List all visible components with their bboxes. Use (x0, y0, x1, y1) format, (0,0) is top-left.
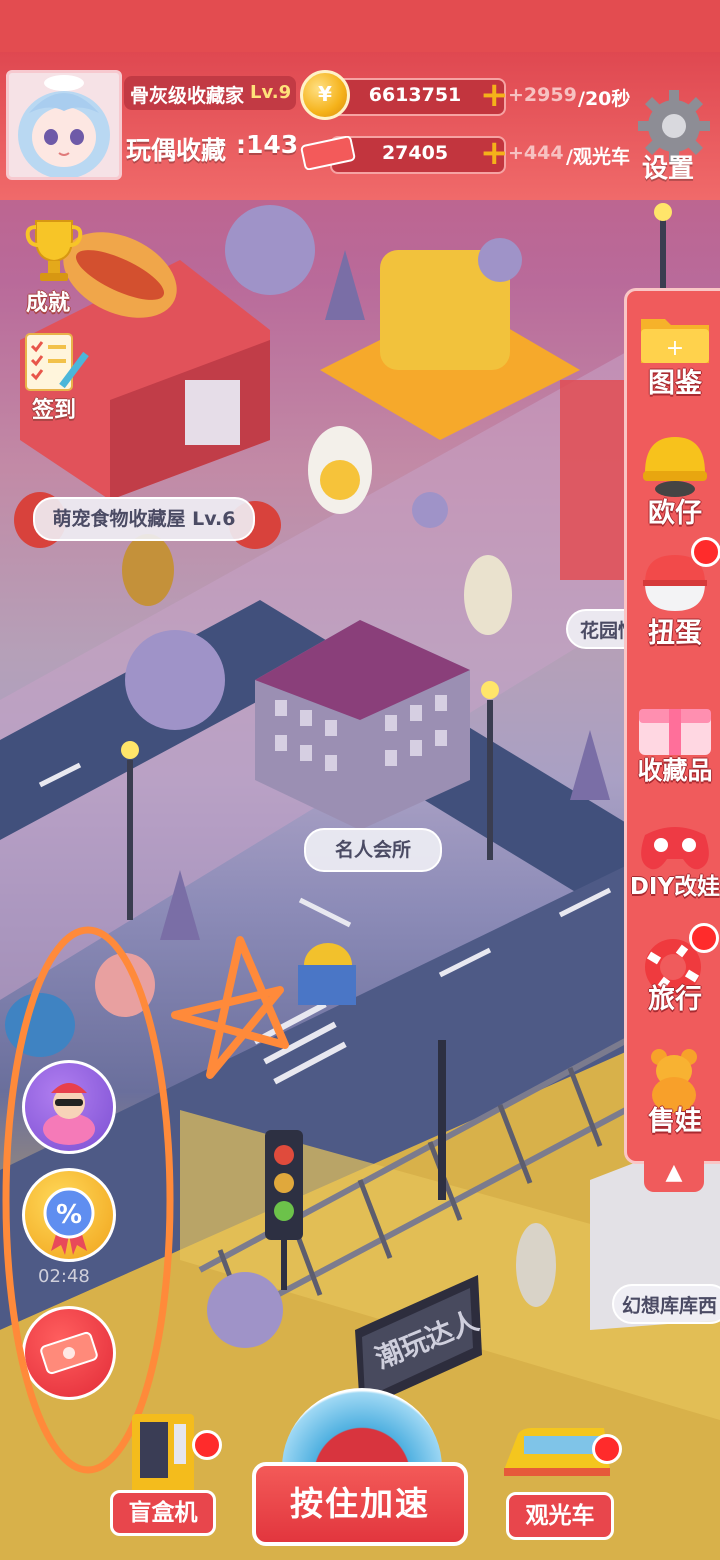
menu-item-collectibles[interactable]: 收藏品 (627, 691, 720, 801)
coins-rate: +2959 (508, 84, 577, 106)
discount-badge-icon: % (43, 1187, 95, 1255)
right-menu-panel: + 图鉴 欧仔 扭蛋 收藏品 DIY改娃 旅行 售娃 (624, 288, 720, 1164)
header-top-strip (0, 0, 720, 52)
vending-machine-icon (132, 1414, 194, 1496)
achievements-button[interactable]: 成就 (20, 215, 84, 316)
coin-add-icon[interactable]: + (480, 78, 509, 112)
food-house-label[interactable]: 萌宠食物收藏屋 Lv.6 (33, 497, 255, 541)
trophy-icon (25, 220, 83, 281)
menu-label-travel: 旅行 (648, 984, 702, 1015)
sightseeing-badge (592, 1434, 622, 1464)
sightseeing-label: 观光车 (525, 1503, 595, 1529)
accelerate-button[interactable]: 按住加速 (252, 1462, 468, 1546)
rank-title: 骨灰级收藏家 (130, 85, 245, 107)
checkin-button[interactable]: 签到 (20, 330, 100, 423)
menu-label-gacha: 扭蛋 (648, 618, 702, 649)
discount-timer: 02:48 (38, 1266, 90, 1287)
achievements-label: 成就 (26, 291, 71, 316)
coins-rate-unit: /20秒 (578, 88, 631, 110)
blindbox-button[interactable]: 盲盒机 (108, 1410, 222, 1540)
menu-label-collectibles: 收藏品 (637, 756, 713, 785)
character-avatar-button[interactable] (22, 1060, 116, 1154)
sightseeing-button[interactable]: 观光车 (498, 1420, 622, 1544)
ticket-reward-button[interactable] (22, 1306, 116, 1400)
avatar-doll-icon (18, 75, 110, 177)
menu-item-ouzai[interactable]: 欧仔 (627, 425, 720, 535)
header-bar: 骨灰级收藏家 Lv.9 玩偶收藏 :143 ¥ 6613751 + +2959 … (0, 0, 720, 200)
coins-value: 6613751 (368, 84, 462, 106)
sightseeing-label-box: 观光车 (506, 1492, 614, 1540)
collection-label: 玩偶收藏 (126, 136, 227, 165)
celebrity-club-label[interactable]: 名人会所 (304, 828, 442, 872)
gift-box-icon (639, 709, 711, 755)
menu-label-sell: 售娃 (648, 1106, 702, 1137)
helmet-icon (643, 437, 707, 497)
menu-label-encyclopedia: 图鉴 (648, 368, 702, 399)
fantasy-store-label[interactable]: 幻想库库西 (612, 1284, 720, 1324)
svg-text:%: % (56, 1200, 82, 1230)
collection-count: :143 (236, 130, 299, 159)
coin-icon: ¥ (300, 70, 350, 120)
tickets-rate-unit: /观光车 (566, 146, 630, 168)
tickets-value: 27405 (381, 142, 449, 164)
ticket-icon (300, 136, 356, 170)
red-ticket-icon (40, 1331, 98, 1375)
blindbox-badge (192, 1430, 222, 1460)
blindbox-label-box: 盲盒机 (110, 1490, 216, 1536)
menu-item-encyclopedia[interactable]: + 图鉴 (627, 297, 720, 407)
settings-label: 设置 (642, 154, 695, 184)
blindbox-label: 盲盒机 (128, 1500, 198, 1526)
discount-button[interactable]: % (22, 1168, 116, 1262)
menu-item-travel[interactable]: 旅行 (627, 923, 720, 1041)
travel-badge (689, 923, 719, 953)
coin-glyph: ¥ (318, 82, 332, 106)
menu-item-gacha[interactable]: 扭蛋 (627, 537, 720, 649)
collapse-menu-button[interactable]: ▲ (644, 1156, 704, 1192)
svg-text:+: + (666, 336, 684, 361)
folder-icon: + (641, 319, 709, 363)
gamepad-icon (641, 827, 709, 870)
accelerate-label: 按住加速 (290, 1484, 430, 1523)
gacha-badge (691, 537, 720, 567)
menu-label-diy: DIY改娃 (629, 874, 720, 900)
menu-label-ouzai: 欧仔 (648, 498, 702, 529)
menu-item-sell[interactable]: 售娃 (627, 1045, 720, 1145)
checkin-label: 签到 (32, 398, 77, 423)
checklist-icon (25, 333, 89, 391)
chevron-up-icon: ▲ (665, 1160, 683, 1185)
player-avatar[interactable] (6, 70, 122, 180)
ticket-add-icon[interactable]: + (480, 136, 509, 170)
settings-button[interactable]: 设置 (632, 86, 712, 186)
tickets-rate: +444 (508, 142, 564, 164)
sunglasses-avatar-icon (43, 1083, 95, 1145)
player-level: Lv.9 (250, 82, 292, 103)
menu-item-diy[interactable]: DIY改娃 (627, 809, 720, 919)
